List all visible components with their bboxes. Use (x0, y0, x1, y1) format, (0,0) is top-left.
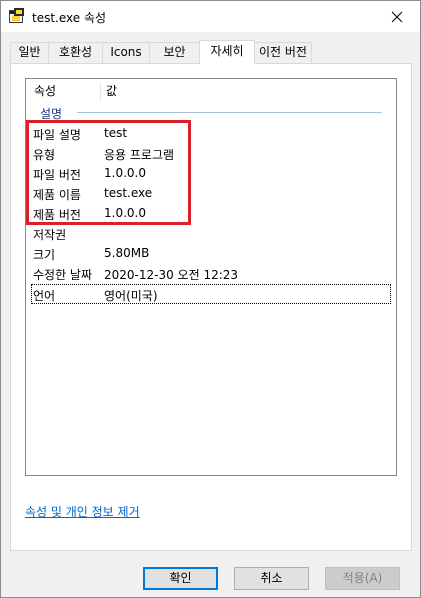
list-item[interactable]: 유형 응용 프로그램 (26, 143, 396, 163)
property-value: 2020-12-30 오전 12:23 (104, 268, 239, 282)
close-button[interactable] (374, 1, 420, 32)
property-value: 1.0.0.0 (104, 206, 146, 220)
property-key: 파일 버전 (33, 168, 81, 182)
property-value: test.exe (104, 186, 153, 200)
property-value: 응용 프로그램 (104, 148, 175, 162)
list-item[interactable]: 파일 설명 test (26, 123, 396, 143)
property-value: test (104, 126, 128, 140)
list-item-focused[interactable]: 언어 영어(미국) (31, 284, 391, 304)
title-bar: test.exe 속성 (1, 1, 420, 32)
property-key: 파일 설명 (33, 128, 81, 142)
ok-button[interactable]: 확인 (143, 567, 218, 590)
property-value: 영어(미국) (104, 289, 158, 303)
property-key: 크기 (33, 248, 56, 262)
tab-details[interactable]: 자세히 (199, 40, 255, 64)
tab-previous-versions[interactable]: 이전 버전 (254, 42, 312, 63)
property-key: 수정한 날짜 (33, 268, 93, 282)
column-header-value[interactable]: 값 (98, 79, 117, 104)
window-title: test.exe 속성 (32, 11, 107, 25)
group-divider (77, 112, 382, 113)
details-panel: 속성 값 설명 파일 설명 test 유형 응용 프로그램 파일 버전 1.0.… (10, 63, 412, 551)
list-item[interactable]: 저작권 (26, 223, 396, 243)
property-key: 제품 버전 (33, 208, 81, 222)
list-item[interactable]: 크기 5.80MB (26, 243, 396, 263)
list-item[interactable]: 파일 버전 1.0.0.0 (26, 163, 396, 183)
property-key: 언어 (33, 289, 56, 303)
property-value: 1.0.0.0 (104, 166, 146, 180)
group-label-description: 설명 (40, 107, 63, 121)
property-value: 5.80MB (104, 246, 150, 260)
tab-compatibility[interactable]: 호환성 (48, 42, 103, 63)
properties-list[interactable]: 속성 값 설명 파일 설명 test 유형 응용 프로그램 파일 버전 1.0.… (25, 78, 397, 476)
list-item[interactable]: 제품 버전 1.0.0.0 (26, 203, 396, 223)
tab-security[interactable]: 보안 (149, 42, 200, 63)
close-icon (391, 11, 403, 22)
list-item[interactable]: 수정한 날짜 2020-12-30 오전 12:23 (26, 263, 396, 283)
property-key: 제품 이름 (33, 188, 81, 202)
tab-icons[interactable]: Icons (102, 42, 150, 63)
property-key: 유형 (33, 148, 56, 162)
remove-properties-link[interactable]: 속성 및 개인 정보 제거 (25, 503, 140, 520)
column-header-property[interactable]: 속성 (26, 79, 56, 104)
tab-general[interactable]: 일반 (10, 42, 49, 63)
property-key: 저작권 (33, 228, 67, 242)
cancel-button[interactable]: 취소 (234, 567, 309, 590)
executable-icon (9, 8, 25, 24)
properties-window: test.exe 속성 일반 호환성 Icons 보안 자세히 이전 버전 속성… (0, 0, 421, 598)
apply-button[interactable]: 적용(A) (325, 567, 400, 590)
list-item[interactable]: 제품 이름 test.exe (26, 183, 396, 203)
